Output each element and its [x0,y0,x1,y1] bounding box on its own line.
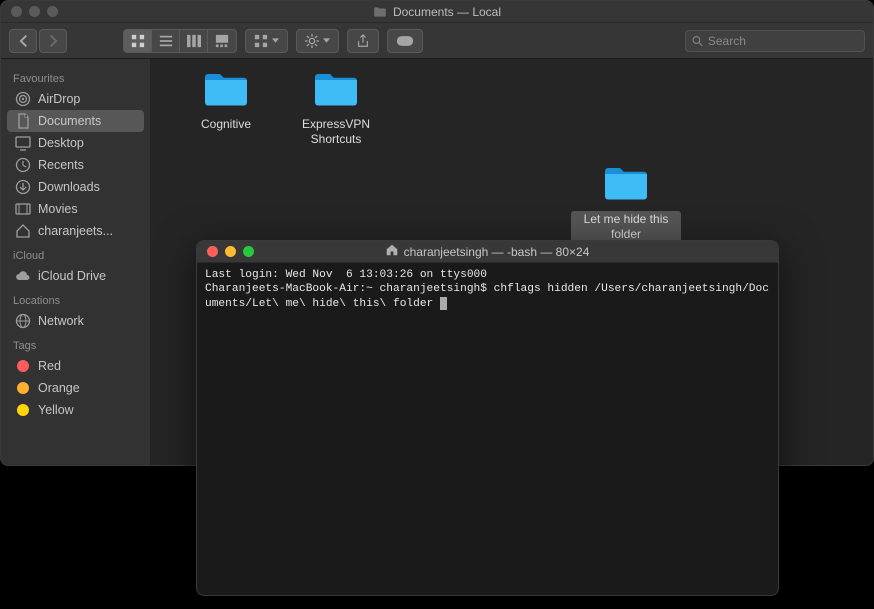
sidebar-item-airdrop[interactable]: AirDrop [1,88,150,110]
terminal-title-text: charanjeetsingh — -bash — 80×24 [404,245,590,259]
movies-icon [15,201,31,217]
sidebar-item-label: Movies [38,202,78,216]
sidebar-item-orange[interactable]: Orange [1,377,150,399]
sidebar-item-label: Red [38,359,61,373]
chevron-down-icon [323,38,330,43]
tags-button[interactable] [387,29,423,53]
folder-let-me-hide-this-folder[interactable]: Let me hide this folder [571,163,681,243]
airdrop-icon [15,91,31,107]
documents-icon [15,113,31,129]
sidebar-item-label: charanjeets... [38,224,113,238]
fullscreen-button[interactable] [47,6,58,17]
sidebar-item-label: Downloads [38,180,100,194]
tag [15,380,31,396]
list-view-button[interactable] [152,30,180,52]
folder-label: Let me hide this folder [571,211,681,243]
folder-expressvpn-shortcuts[interactable]: ExpressVPN Shortcuts [281,69,391,147]
sidebar-item-charanjeets-[interactable]: charanjeets... [1,220,150,242]
desktop-icon [15,135,31,151]
home-icon [15,223,31,239]
terminal-titlebar[interactable]: charanjeetsingh — -bash — 80×24 [197,241,778,263]
view-switcher [123,29,237,53]
finder-traffic-lights [11,6,58,17]
close-button[interactable] [11,6,22,17]
icon-view-button[interactable] [124,30,152,52]
gallery-view-button[interactable] [208,30,236,52]
folder-icon [373,6,387,18]
sidebar-item-label: Yellow [38,403,74,417]
folder-icon [312,69,360,114]
sidebar-item-desktop[interactable]: Desktop [1,132,150,154]
sidebar-item-icloud-drive[interactable]: iCloud Drive [1,265,150,287]
window-title-text: Documents — Local [393,5,501,19]
minimize-button[interactable] [29,6,40,17]
tag [15,402,31,418]
folder-label: Cognitive [201,117,251,132]
search-input[interactable] [708,34,858,48]
search-box[interactable] [685,30,865,52]
sidebar-item-label: Desktop [38,136,84,150]
fullscreen-button[interactable] [243,246,254,257]
sidebar-item-label: iCloud Drive [38,269,106,283]
network-icon [15,313,31,329]
terminal-line: Charanjeets-MacBook-Air:~ charanjeetsing… [205,283,769,309]
terminal-title: charanjeetsingh — -bash — 80×24 [386,244,590,259]
terminal-window: charanjeetsingh — -bash — 80×24 Last log… [196,240,779,596]
sidebar-item-red[interactable]: Red [1,355,150,377]
back-button[interactable] [9,29,37,53]
tag-icon [396,35,414,47]
sidebar-item-label: AirDrop [38,92,80,106]
sidebar: Favourites AirDrop Documents Desktop Recents… [1,59,151,465]
folder-icon [202,69,250,114]
sidebar-item-label: Network [38,314,84,328]
sidebar-item-downloads[interactable]: Downloads [1,176,150,198]
folder-cognitive[interactable]: Cognitive [171,69,281,132]
home-icon [386,244,398,259]
sidebar-item-network[interactable]: Network [1,310,150,332]
chevron-down-icon [272,38,279,43]
icloud-icon [15,268,31,284]
finder-titlebar[interactable]: Documents — Local [1,1,873,23]
tag [15,358,31,374]
search-icon [692,35,703,47]
sidebar-section-header: iCloud [1,242,150,265]
sidebar-item-movies[interactable]: Movies [1,198,150,220]
close-button[interactable] [207,246,218,257]
terminal-line: Last login: Wed Nov 6 13:03:26 on ttys00… [205,269,487,281]
gear-icon [305,34,319,48]
sidebar-section-header: Locations [1,287,150,310]
terminal-body[interactable]: Last login: Wed Nov 6 13:03:26 on ttys00… [197,263,778,316]
share-button[interactable] [347,29,379,53]
finder-toolbar [1,23,873,59]
sidebar-item-recents[interactable]: Recents [1,154,150,176]
window-title: Documents — Local [373,5,501,19]
terminal-traffic-lights [207,246,254,257]
sidebar-item-label: Documents [38,114,101,128]
sidebar-item-yellow[interactable]: Yellow [1,399,150,421]
downloads-icon [15,179,31,195]
action-button[interactable] [296,29,339,53]
forward-button[interactable] [39,29,67,53]
folder-icon [602,163,650,208]
column-view-button[interactable] [180,30,208,52]
terminal-cursor [440,297,447,310]
sidebar-section-header: Favourites [1,65,150,88]
sidebar-section-header: Tags [1,332,150,355]
sidebar-item-label: Recents [38,158,84,172]
sidebar-item-label: Orange [38,381,80,395]
folder-label: ExpressVPN Shortcuts [281,117,391,147]
minimize-button[interactable] [225,246,236,257]
sidebar-item-documents[interactable]: Documents [7,110,144,132]
recents-icon [15,157,31,173]
share-icon [356,34,370,48]
arrange-button[interactable] [245,29,288,53]
